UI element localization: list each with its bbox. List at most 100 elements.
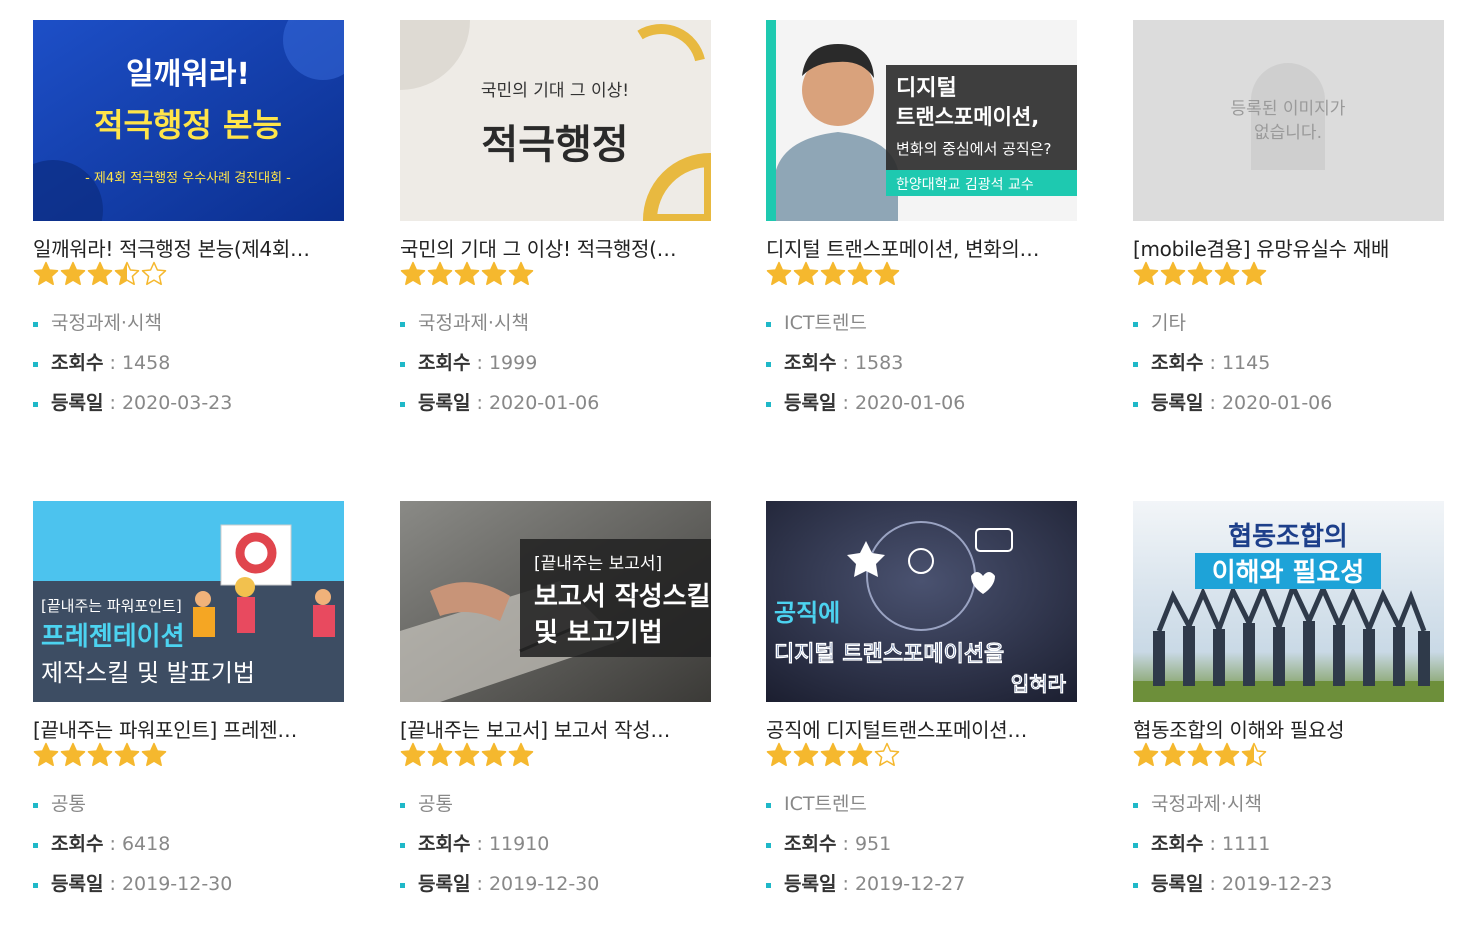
star-full-icon	[1160, 261, 1186, 286]
meta-category: 국정과제·시책	[33, 310, 344, 350]
meta-category: ICT트렌드	[766, 791, 1077, 831]
meta-category: 국정과제·시책	[400, 310, 711, 350]
star-full-icon	[481, 742, 507, 767]
course-thumbnail[interactable]: 등록된 이미지가 없습니다.	[1133, 20, 1444, 221]
star-half-icon	[1241, 742, 1267, 767]
star-full-icon	[847, 742, 873, 767]
thumb-text: 협동조합의	[1228, 522, 1348, 552]
date-value: 2019-12-30	[121, 873, 233, 895]
views-label: 조회수	[784, 352, 837, 374]
star-empty-icon	[141, 261, 167, 286]
date-value: 2019-12-27	[854, 873, 966, 895]
course-thumbnail[interactable]: 국민의 기대 그 이상! 적극행정	[400, 20, 711, 221]
thumb-text: 적극행정	[481, 121, 628, 168]
course-title[interactable]: 공직에 디지털트랜스포메이션…	[766, 717, 1077, 743]
rating-stars	[1133, 742, 1268, 770]
views-value: 1145	[1221, 352, 1271, 374]
date-value: 2019-12-23	[1221, 873, 1333, 895]
date-value: 2020-01-06	[488, 392, 600, 414]
star-full-icon	[454, 742, 480, 767]
thumb-text: [끝내주는 보고서]	[534, 554, 662, 574]
date-value: 2020-03-23	[121, 392, 233, 414]
views-label: 조회수	[784, 833, 837, 855]
rating-stars-graphic	[1133, 742, 1267, 767]
category-text: 공통	[51, 793, 86, 815]
course-thumbnail[interactable]: 공직에 디지털 트랜스포메이션을 입혀라	[766, 501, 1077, 702]
meta-category: 국정과제·시책	[1133, 791, 1444, 831]
course-thumbnail[interactable]: 협동조합의 이해와 필요성	[1133, 501, 1444, 702]
date-label: 등록일	[1151, 392, 1204, 414]
meta-date: 등록일 : 2019-12-23	[1133, 871, 1444, 911]
thumb-text: 보고서 작성스킬	[534, 582, 711, 612]
views-label: 조회수	[418, 833, 471, 855]
views-value: 1583	[854, 352, 904, 374]
star-full-icon	[847, 261, 873, 286]
meta-views: 조회수 : 11910	[400, 831, 711, 871]
course-thumbnail[interactable]: [끝내주는 보고서] 보고서 작성스킬 및 보고기법	[400, 501, 711, 702]
star-full-icon	[1133, 261, 1159, 286]
rating-stars-graphic	[1133, 261, 1267, 286]
star-full-icon	[400, 261, 426, 286]
meta-date: 등록일 : 2019-12-30	[33, 871, 344, 911]
thumbnail-image: [끝내주는 보고서] 보고서 작성스킬 및 보고기법	[400, 501, 711, 702]
star-full-icon	[874, 261, 900, 286]
views-value: 1111	[1221, 833, 1271, 855]
rating-stars	[1133, 261, 1268, 289]
star-full-icon	[1187, 261, 1213, 286]
course-meta: 공통 조회수 : 6418 등록일 : 2019-12-30	[33, 791, 344, 911]
course-meta: 공통 조회수 : 11910 등록일 : 2019-12-30	[400, 791, 711, 911]
star-full-icon	[508, 742, 534, 767]
course-title[interactable]: [끝내주는 파워포인트] 프레젠…	[33, 717, 344, 743]
star-half-icon	[114, 261, 140, 286]
thumb-text: 입혀라	[1011, 672, 1067, 696]
star-full-icon	[141, 742, 167, 767]
star-full-icon	[1133, 742, 1159, 767]
views-value: 6418	[121, 833, 171, 855]
thumb-text: 국민의 기대 그 이상!	[481, 81, 629, 101]
course-thumbnail[interactable]: 일깨워라! 적극행정 본능 - 제4회 적극행정 우수사례 경진대회 -	[33, 20, 344, 221]
star-full-icon	[1214, 261, 1240, 286]
date-value: 2019-12-30	[488, 873, 600, 895]
thumb-text: 트랜스포메이션,	[896, 105, 1039, 129]
course-title[interactable]: 일깨워라! 적극행정 본능(제4회…	[33, 236, 344, 262]
category-text: ICT트렌드	[784, 312, 867, 334]
star-full-icon	[33, 261, 59, 286]
star-full-icon	[427, 261, 453, 286]
course-title[interactable]: 국민의 기대 그 이상! 적극행정(…	[400, 236, 711, 262]
meta-views: 조회수 : 1999	[400, 350, 711, 390]
date-label: 등록일	[1151, 873, 1204, 895]
star-full-icon	[114, 742, 140, 767]
views-label: 조회수	[1151, 352, 1204, 374]
course-title[interactable]: 디지털 트랜스포메이션, 변화의…	[766, 236, 1077, 262]
meta-category: 공통	[400, 791, 711, 831]
thumb-text: 디지털	[896, 76, 957, 101]
views-value: 1999	[488, 352, 538, 374]
rating-stars-graphic	[33, 742, 167, 767]
date-label: 등록일	[51, 392, 104, 414]
course-title[interactable]: [끝내주는 보고서] 보고서 작성…	[400, 717, 711, 743]
star-full-icon	[60, 261, 86, 286]
star-full-icon	[87, 742, 113, 767]
course-title[interactable]: [mobile겸용] 유망유실수 재배	[1133, 236, 1444, 262]
thumb-text: 적극행정 본능	[94, 106, 282, 144]
rating-stars	[400, 261, 535, 289]
star-full-icon	[766, 261, 792, 286]
thumbnail-image: 협동조합의 이해와 필요성	[1133, 501, 1444, 702]
course-title[interactable]: 협동조합의 이해와 필요성	[1133, 717, 1444, 743]
thumb-text: 및 보고기법	[534, 618, 663, 648]
course-meta: ICT트렌드 조회수 : 951 등록일 : 2019-12-27	[766, 791, 1077, 911]
category-text: 기타	[1151, 312, 1186, 334]
star-full-icon	[1214, 742, 1240, 767]
meta-category: 공통	[33, 791, 344, 831]
thumbnail-image: 국민의 기대 그 이상! 적극행정	[400, 20, 711, 221]
course-thumbnail[interactable]: 디지털 트랜스포메이션, 변화의 중심에서 공직은? 한양대학교 김광석 교수	[766, 20, 1077, 221]
date-label: 등록일	[784, 873, 837, 895]
thumb-text: - 제4회 적극행정 우수사례 경진대회 -	[85, 170, 291, 186]
star-full-icon	[1187, 742, 1213, 767]
meta-date: 등록일 : 2019-12-30	[400, 871, 711, 911]
meta-category: ICT트렌드	[766, 310, 1077, 350]
star-full-icon	[820, 742, 846, 767]
course-thumbnail[interactable]: [끝내주는 파워포인트] 프레젠테이션 제작스킬 및 발표기법	[33, 501, 344, 702]
thumb-text: 변화의 중심에서 공직은?	[896, 140, 1052, 158]
meta-date: 등록일 : 2020-01-06	[400, 390, 711, 430]
